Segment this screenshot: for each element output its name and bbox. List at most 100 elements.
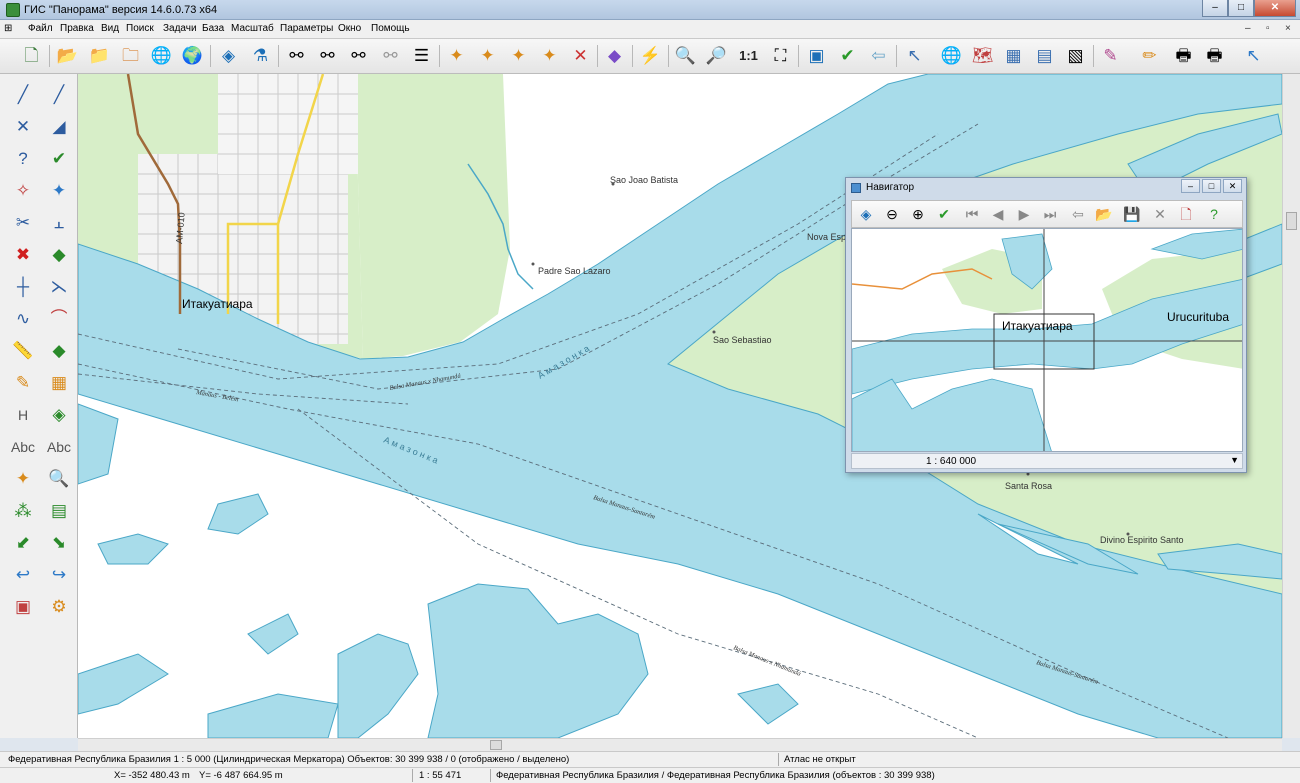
checkmark-icon[interactable]: ✔: [834, 43, 861, 69]
mdi-close-button[interactable]: ×: [1285, 23, 1291, 34]
fill-check-icon[interactable]: ◈: [44, 400, 74, 430]
menu-item-parameters[interactable]: Параметры: [280, 23, 333, 34]
horizontal-scrollbar[interactable]: [78, 738, 1282, 751]
navigator-help-icon[interactable]: ?: [1202, 203, 1226, 226]
globe-icon[interactable]: 🌐: [148, 43, 175, 69]
navigator-window-icon[interactable]: ▣: [803, 43, 830, 69]
binoculars-icon[interactable]: ⚯: [283, 43, 310, 69]
export-icon[interactable]: ⬊: [44, 528, 74, 558]
help-pointer-icon[interactable]: ↖: [1240, 43, 1267, 69]
navigator-close-button[interactable]: ✕: [1223, 179, 1242, 193]
menu-item-scale[interactable]: Масштаб: [231, 23, 274, 34]
print-preview-icon[interactable]: 🖶: [1201, 43, 1228, 69]
navigator-open-icon[interactable]: 📂: [1092, 203, 1116, 226]
vertical-scrollbar[interactable]: [1282, 74, 1300, 738]
text-label-icon[interactable]: ✎: [8, 368, 38, 398]
text-tool-button[interactable]: Abc: [6, 432, 40, 462]
menu-item-help[interactable]: Помощь: [371, 23, 410, 34]
cut-object-icon[interactable]: ✂: [8, 208, 38, 238]
delete-object-icon[interactable]: ✖: [8, 240, 38, 270]
binoculars-text-icon[interactable]: ⚯: [314, 43, 341, 69]
lightning-icon[interactable]: ⚡: [637, 43, 664, 69]
text-object-icon[interactable]: ▧: [1062, 43, 1089, 69]
select-object-icon[interactable]: ✦: [443, 43, 470, 69]
select-check-icon[interactable]: ✦: [474, 43, 501, 69]
undo-icon[interactable]: ↩: [8, 560, 38, 590]
draw-polyline-icon[interactable]: ╱: [44, 80, 74, 110]
binoculars-disabled-icon[interactable]: ⚯: [377, 43, 404, 69]
select-move-icon[interactable]: ✦: [536, 43, 563, 69]
highlight-icon[interactable]: ✦: [8, 464, 38, 494]
height-tool-button[interactable]: H: [8, 400, 38, 430]
navigator-prev-icon[interactable]: ◀: [986, 203, 1010, 226]
menu-item-search[interactable]: Поиск: [126, 23, 154, 34]
image-icon[interactable]: ▣: [8, 592, 38, 622]
navigator-check-icon[interactable]: ✔: [932, 203, 956, 226]
add-point-icon[interactable]: ┼: [8, 272, 38, 302]
split-object-icon[interactable]: ⫠: [44, 208, 74, 238]
form-pointer-icon[interactable]: ▤: [1031, 43, 1058, 69]
zoom-1to1-button[interactable]: 1:1: [735, 43, 762, 69]
draw-area-icon[interactable]: ◢: [44, 112, 74, 142]
globe-pointer-icon[interactable]: 🌐: [938, 43, 965, 69]
navigator-document-icon[interactable]: 🗋: [1174, 203, 1198, 226]
close-button[interactable]: ✕: [1254, 0, 1296, 17]
menu-item-edit[interactable]: Правка: [60, 23, 94, 34]
open-folder-icon[interactable]: 📂: [54, 43, 81, 69]
edit-check-icon[interactable]: ✔: [44, 144, 74, 174]
network-icon[interactable]: ⁂: [8, 496, 38, 526]
zoom-in-icon[interactable]: 🔎: [703, 43, 730, 69]
paint-fill-icon[interactable]: ◆: [44, 336, 74, 366]
open-osm-icon[interactable]: 🗀: [117, 43, 144, 69]
minimize-button[interactable]: –: [1202, 0, 1228, 17]
layers-icon[interactable]: ◈: [215, 43, 242, 69]
query-pencil-icon[interactable]: ?: [8, 144, 38, 174]
move-vertex-icon[interactable]: ✧: [8, 176, 38, 206]
navigator-minimize-button[interactable]: –: [1181, 179, 1200, 193]
pencil-marker-icon[interactable]: ✏: [1136, 43, 1163, 69]
zoom-out-icon[interactable]: 🔍: [672, 43, 699, 69]
navigator-last-icon[interactable]: ⏭: [1038, 203, 1062, 226]
navigator-layers-icon[interactable]: ◈: [854, 203, 878, 226]
style-editor-icon[interactable]: ✎: [1097, 43, 1124, 69]
draw-line-icon[interactable]: ╱: [8, 80, 38, 110]
navigator-map[interactable]: Итакуатиара Urucurituba: [851, 228, 1243, 452]
navigator-save-icon[interactable]: 💾: [1120, 203, 1144, 226]
zoom-add-icon[interactable]: 🔍: [44, 464, 74, 494]
navigator-first-icon[interactable]: ⏮: [960, 203, 984, 226]
text-tool-alt-button[interactable]: Abc: [42, 432, 76, 462]
redo-icon[interactable]: ↪: [44, 560, 74, 590]
import-icon[interactable]: ⬋: [8, 528, 38, 558]
web-globe-icon[interactable]: 🌍: [179, 43, 206, 69]
select-area-icon[interactable]: ▦: [44, 368, 74, 398]
curve-line-icon[interactable]: ⌒: [44, 304, 74, 334]
menu-item-database[interactable]: База: [202, 23, 224, 34]
print-icon[interactable]: 🖶: [1170, 43, 1197, 69]
maximize-button[interactable]: □: [1228, 0, 1254, 17]
navigator-maximize-button[interactable]: □: [1202, 179, 1221, 193]
horizontal-scroll-thumb[interactable]: [490, 740, 502, 750]
back-arrow-icon[interactable]: ⇦: [865, 43, 892, 69]
layer-properties-icon[interactable]: ⚗: [247, 43, 274, 69]
smooth-line-icon[interactable]: ∿: [8, 304, 38, 334]
palette-icon[interactable]: ◆: [601, 43, 628, 69]
table-pointer-icon[interactable]: ▦: [1000, 43, 1027, 69]
select-add-icon[interactable]: ✦: [505, 43, 532, 69]
navigator-dropdown-icon[interactable]: ▼: [1230, 455, 1239, 465]
navigator-tools-icon[interactable]: ✕: [1148, 203, 1172, 226]
branch-line-icon[interactable]: ⋋: [44, 272, 74, 302]
navigator-window[interactable]: Навигатор – □ ✕ ◈ ⊖ ⊕ ✔ ⏮ ◀ ▶ ⏭ ⇦ 📂 💾 ✕ …: [845, 177, 1247, 473]
list-icon[interactable]: ☰: [408, 43, 435, 69]
rotate-object-icon[interactable]: ✦: [44, 176, 74, 206]
new-document-icon[interactable]: 🗋: [18, 43, 45, 69]
menu-item-file[interactable]: Файл: [28, 23, 53, 34]
select-delete-icon[interactable]: ✕: [567, 43, 594, 69]
navigator-zoom-out-icon[interactable]: ⊖: [880, 203, 904, 226]
navigator-next-icon[interactable]: ▶: [1012, 203, 1036, 226]
navigator-back-icon[interactable]: ⇦: [1066, 203, 1090, 226]
mdi-minimize-button[interactable]: –: [1245, 23, 1251, 34]
open-project-icon[interactable]: 📁: [86, 43, 113, 69]
menu-item-tasks[interactable]: Задачи: [163, 23, 197, 34]
map-properties-icon[interactable]: ▤: [44, 496, 74, 526]
map-edit-icon[interactable]: 🗺: [969, 43, 996, 69]
